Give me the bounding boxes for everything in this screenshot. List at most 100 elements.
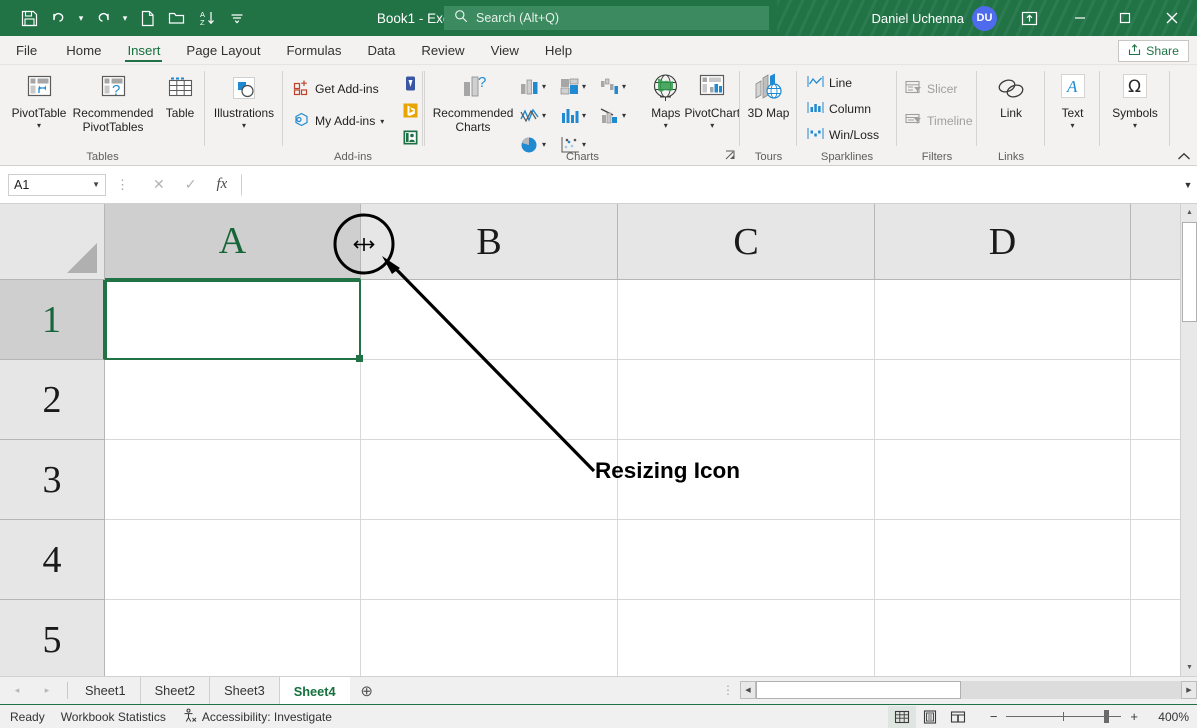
chevron-down-icon[interactable]: ▾ (582, 111, 586, 120)
row-header-4[interactable]: 4 (0, 520, 105, 600)
sparkline-column-button[interactable]: Column (807, 99, 871, 119)
table-button[interactable]: Table (156, 67, 204, 121)
scroll-right-arrow[interactable]: ▶ (1181, 681, 1197, 699)
next-sheet-button[interactable]: ▸ (32, 677, 62, 704)
cell-c1[interactable] (618, 280, 875, 360)
accessibility-button[interactable]: Accessibility: Investigate (182, 708, 332, 726)
chevron-down-icon[interactable]: ▼ (92, 180, 100, 189)
chevron-down-icon[interactable]: ▾ (542, 111, 546, 120)
tab-page-layout[interactable]: Page Layout (173, 36, 273, 64)
cell-b5[interactable] (361, 600, 618, 676)
cell-d1[interactable] (875, 280, 1131, 360)
chevron-down-icon[interactable]: ▾ (582, 82, 586, 91)
row-header-3[interactable]: 3 (0, 440, 105, 520)
column-header-a[interactable]: A (105, 204, 361, 280)
redo-dropdown-icon[interactable]: ▾ (118, 5, 132, 31)
chevron-down-icon[interactable]: ▾ (542, 82, 546, 91)
chevron-down-icon[interactable]: ▾ (242, 122, 246, 130)
tab-help[interactable]: Help (532, 36, 585, 64)
column-chart-button[interactable]: ▾ (519, 73, 555, 99)
tab-data[interactable]: Data (354, 36, 408, 64)
collapse-ribbon-icon[interactable] (1177, 152, 1191, 164)
hierarchy-chart-button[interactable]: ▾ (559, 73, 595, 99)
chevron-down-icon[interactable]: ▾ (1133, 122, 1137, 130)
cell-d2[interactable] (875, 360, 1131, 440)
slicer-button[interactable]: Slicer (905, 77, 957, 101)
get-addins-button[interactable]: Get Add-ins (293, 77, 379, 101)
sheet-tab-sheet1[interactable]: Sheet1 (71, 677, 141, 704)
normal-view-icon[interactable] (888, 706, 916, 728)
cell-a3[interactable] (105, 440, 361, 520)
tab-view[interactable]: View (478, 36, 532, 64)
chevron-down-icon[interactable]: ▾ (622, 82, 626, 91)
formula-bar-grip[interactable]: ⋮ (116, 177, 129, 193)
enter-entry-button[interactable]: ✓ (185, 176, 197, 193)
cell-c5[interactable] (618, 600, 875, 676)
tab-home[interactable]: Home (53, 36, 114, 64)
zoom-in-button[interactable]: + (1130, 709, 1138, 724)
workbook-statistics-button[interactable]: Workbook Statistics (61, 710, 166, 724)
zoom-level[interactable]: 400% (1147, 710, 1189, 724)
close-button[interactable] (1147, 0, 1197, 36)
page-layout-view-icon[interactable] (916, 706, 944, 728)
horizontal-scroll-thumb[interactable] (756, 681, 961, 699)
row-header-5[interactable]: 5 (0, 600, 105, 676)
vertical-scrollbar[interactable]: ▲ ▼ (1180, 204, 1197, 676)
symbols-button[interactable]: Ω Symbols ▾ (1104, 67, 1166, 130)
row-header-1[interactable]: 1 (0, 280, 105, 360)
column-header-d[interactable]: D (875, 204, 1131, 280)
cell-c4[interactable] (618, 520, 875, 600)
sheet-tab-sheet3[interactable]: Sheet3 (210, 677, 280, 704)
add-sheet-button[interactable]: ⊕ (350, 677, 384, 704)
avatar[interactable]: DU (972, 6, 997, 31)
cell-a5[interactable] (105, 600, 361, 676)
cell-c2[interactable] (618, 360, 875, 440)
timeline-button[interactable]: Timeline (905, 109, 973, 133)
scroll-down-arrow[interactable]: ▼ (1181, 659, 1197, 676)
chevron-down-icon[interactable]: ▾ (37, 122, 41, 130)
cell-a2[interactable] (105, 360, 361, 440)
new-file-icon[interactable] (132, 5, 162, 31)
expand-formula-bar-icon[interactable]: ▼ (1179, 180, 1197, 190)
maximize-button[interactable] (1102, 0, 1147, 36)
people-graph-addin-icon[interactable] (402, 129, 419, 151)
tab-insert[interactable]: Insert (114, 36, 173, 64)
search-input[interactable]: Search (Alt+Q) (444, 6, 769, 30)
page-break-preview-icon[interactable] (944, 706, 972, 728)
tab-file[interactable]: File (0, 36, 53, 64)
cell-b4[interactable] (361, 520, 618, 600)
maps-button[interactable]: Maps ▾ (647, 67, 684, 130)
chevron-down-icon[interactable]: ▾ (380, 117, 384, 126)
zoom-out-button[interactable]: − (990, 709, 998, 724)
zoom-slider[interactable] (1006, 710, 1121, 724)
scroll-grip[interactable]: ⋮ (722, 683, 734, 697)
active-cell-selection[interactable] (105, 280, 361, 360)
horizontal-scrollbar[interactable]: ◀ ▶ (740, 681, 1197, 699)
sheet-tab-sheet4[interactable]: Sheet4 (280, 677, 350, 704)
tab-review[interactable]: Review (408, 36, 477, 64)
open-folder-icon[interactable] (162, 5, 192, 31)
chevron-down-icon[interactable]: ▾ (664, 122, 668, 130)
minimize-button[interactable] (1057, 0, 1102, 36)
cell-b2[interactable] (361, 360, 618, 440)
cell-d5[interactable] (875, 600, 1131, 676)
cell-d3[interactable] (875, 440, 1131, 520)
chevron-down-icon[interactable]: ▾ (1070, 122, 1074, 130)
sheet-tab-sheet2[interactable]: Sheet2 (141, 677, 211, 704)
chevron-down-icon[interactable]: ▾ (542, 140, 546, 149)
cell-a4[interactable] (105, 520, 361, 600)
zoom-thumb[interactable] (1104, 710, 1109, 723)
visio-addin-icon[interactable] (402, 75, 419, 97)
cell-d4[interactable] (875, 520, 1131, 600)
chevron-down-icon[interactable]: ▾ (582, 140, 586, 149)
account-area[interactable]: Daniel Uchenna DU (871, 0, 997, 36)
scroll-up-arrow[interactable]: ▲ (1181, 204, 1197, 221)
sort-az-icon[interactable]: AZ (192, 5, 222, 31)
undo-icon[interactable] (44, 5, 74, 31)
undo-dropdown-icon[interactable]: ▾ (74, 5, 88, 31)
recommended-pivottables-button[interactable]: ? Recommended PivotTables (72, 67, 154, 134)
pivotchart-button[interactable]: PivotChart ▾ (684, 67, 740, 130)
sparkline-winloss-button[interactable]: Win/Loss (807, 125, 879, 145)
recommended-charts-button[interactable]: ? Recommended Charts (433, 67, 513, 134)
chevron-down-icon[interactable]: ▾ (622, 111, 626, 120)
